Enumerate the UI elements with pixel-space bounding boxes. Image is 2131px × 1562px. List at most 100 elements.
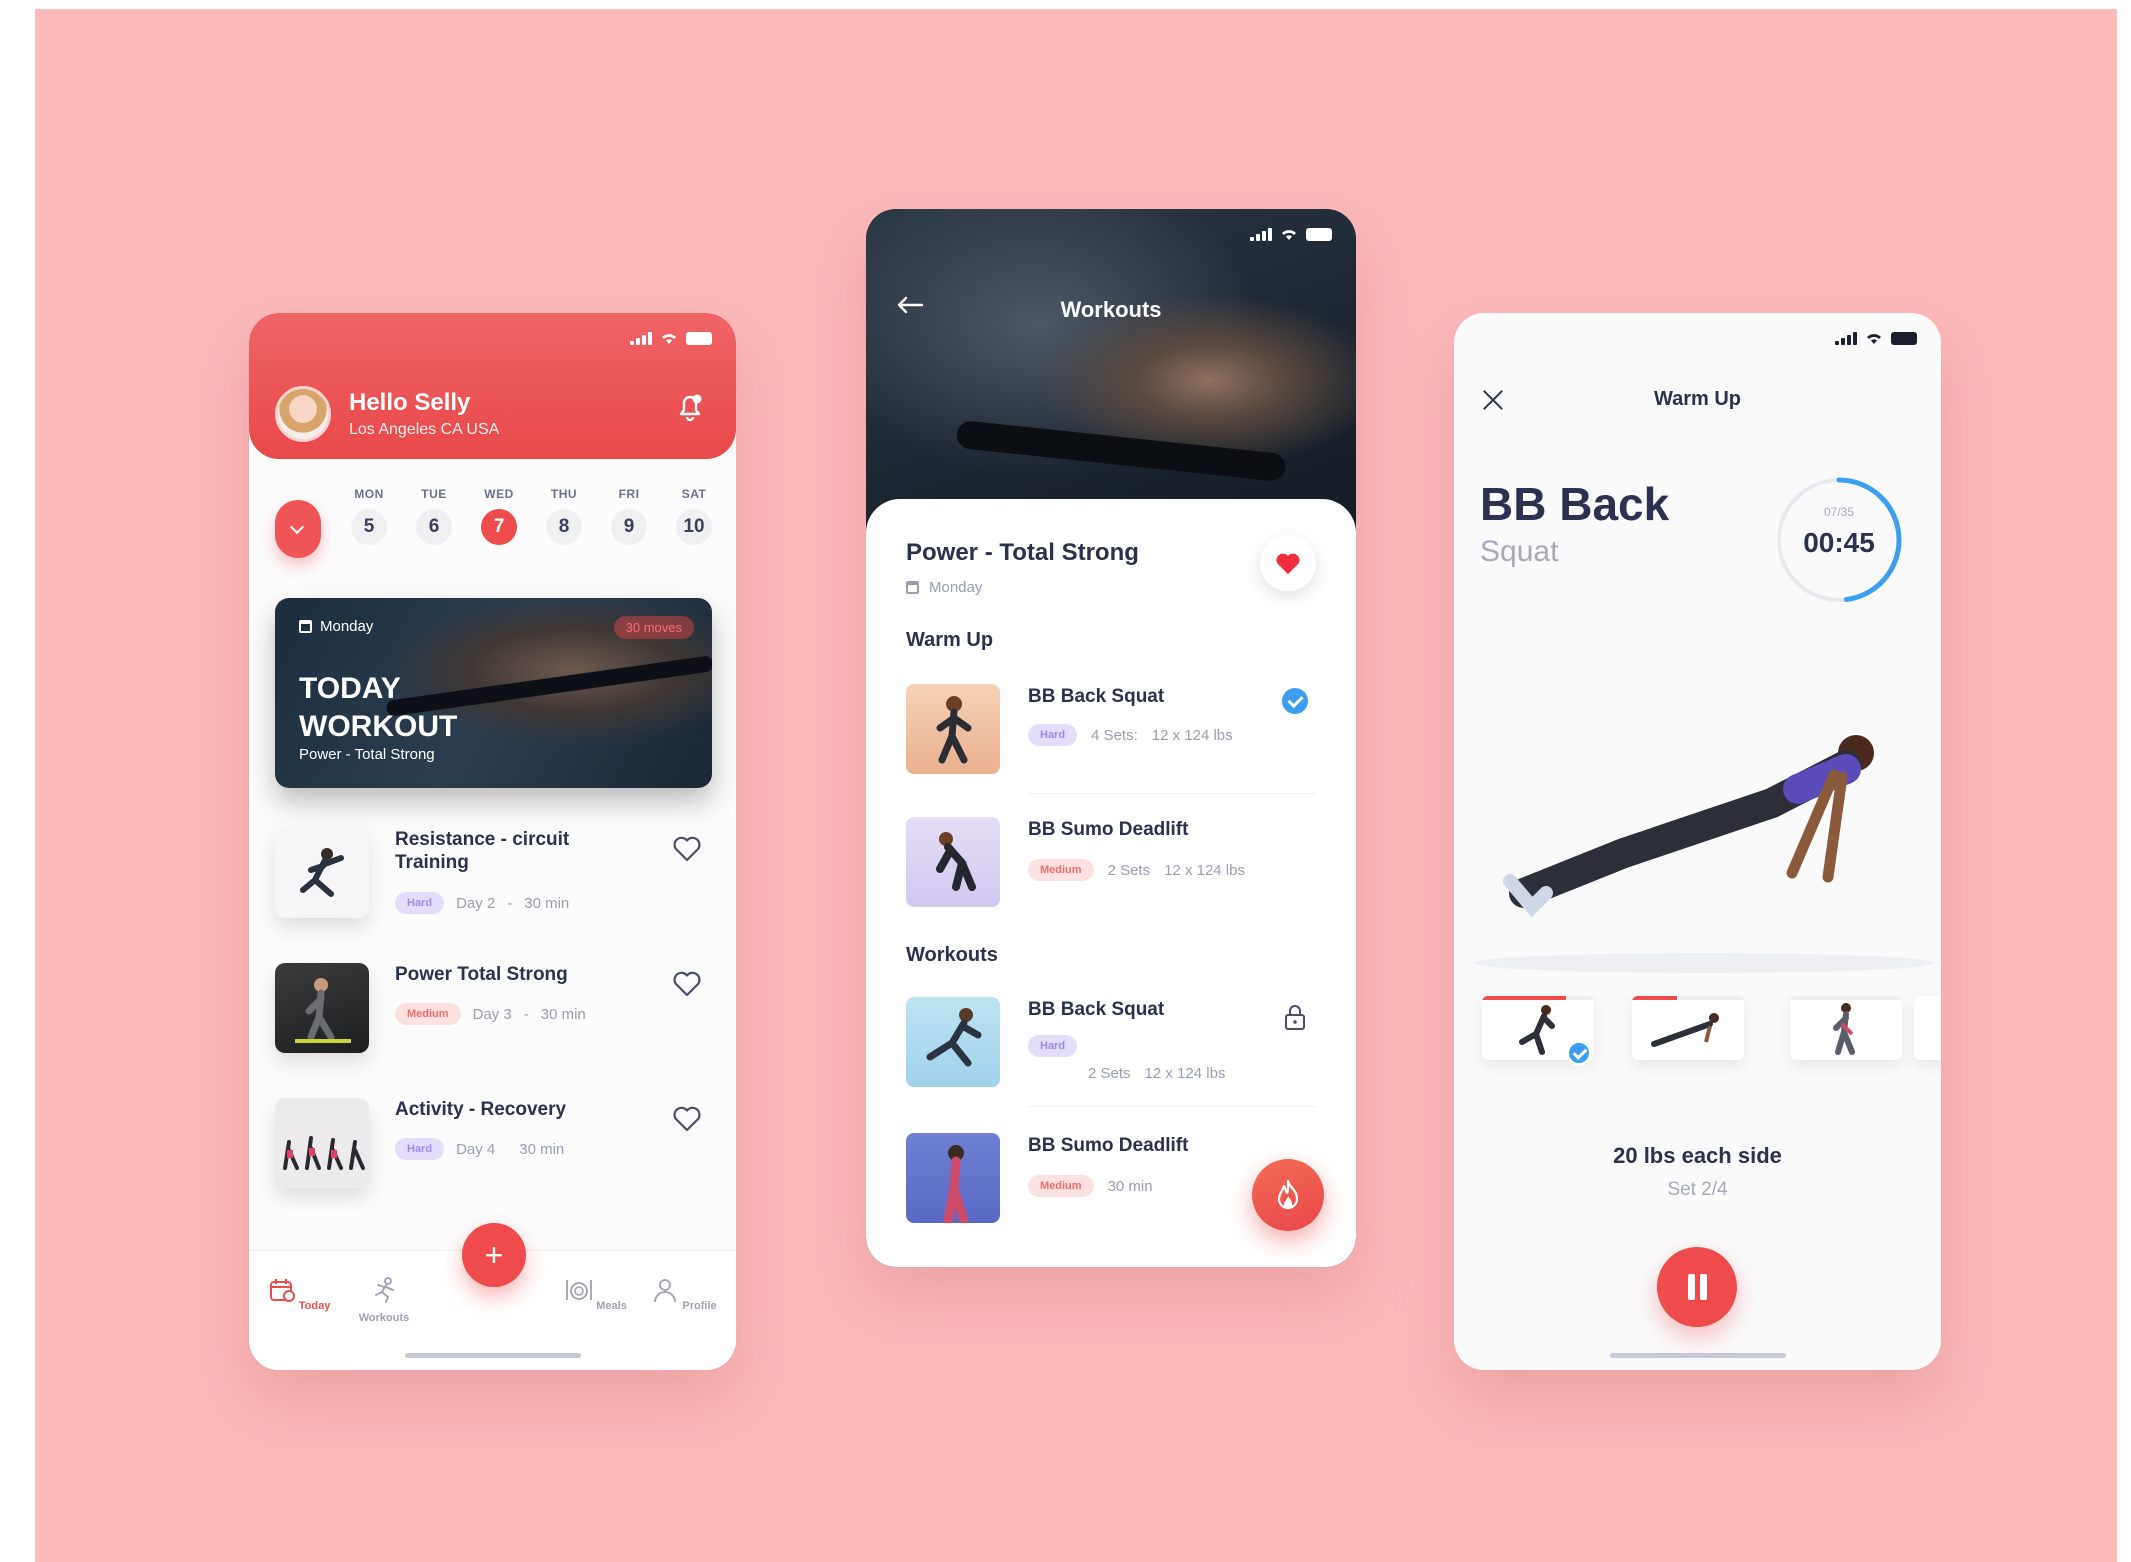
difficulty-tag: Hard: [395, 892, 445, 914]
exercise-row[interactable]: BB Back Squat Hard 4 Sets: 12 x 124 lbs: [906, 684, 1316, 794]
profile-icon: [654, 1279, 677, 1303]
calendar-icon: [299, 620, 312, 633]
workout-duration: 30 min: [524, 894, 570, 912]
list-item[interactable]: Power Total Strong Medium Day 3 - 30 min: [275, 963, 715, 1098]
bottom-nav: + Today Workouts Meals Profile: [249, 1223, 736, 1370]
nav-label: Profile: [682, 1300, 717, 1312]
runner-icon: [375, 1277, 394, 1303]
day-tue[interactable]: TUE 6: [414, 487, 454, 545]
favorite-button[interactable]: [1260, 535, 1316, 591]
check-icon: [1282, 688, 1308, 714]
workout-thumbnail: [275, 1098, 369, 1188]
difficulty-tag: Medium: [395, 1003, 461, 1025]
exercise-row[interactable]: BB Sumo Deadlift Medium 2 Sets 12 x 124 …: [906, 817, 1316, 917]
exercise-reps: 12 x 124 lbs: [1164, 861, 1245, 879]
workout-detail-sheet: Power - Total Strong Monday Warm Up BB B…: [866, 499, 1356, 1267]
exercise-steps: [1454, 996, 1941, 1076]
step-thumbnail[interactable]: [1914, 996, 1941, 1060]
nav-profile[interactable]: Profile: [649, 1277, 719, 1312]
exercise-name-secondary: Squat: [1480, 535, 1559, 568]
workout-day: Day 2: [456, 894, 496, 912]
workout-list: Resistance - circuit Training Hard Day 2…: [275, 828, 715, 1233]
warmup-screen: Warm Up BB Back Squat 07/35 00:45 20 lbs…: [1454, 313, 1941, 1370]
exercise-thumbnail: [906, 817, 1000, 907]
timer-time: 00:45: [1803, 527, 1875, 558]
flame-icon: [1277, 1179, 1299, 1210]
day-fri[interactable]: FRI 9: [609, 487, 649, 545]
today-screen: Hello Selly Los Angeles CA USA MON 5 TUE 6…: [249, 313, 736, 1370]
exercise-thumbnail: [906, 997, 1000, 1087]
calendar-icon: [906, 581, 919, 594]
nav-workouts[interactable]: Workouts: [349, 1277, 419, 1324]
step-thumbnail[interactable]: [1790, 996, 1902, 1060]
nav-label: Today: [298, 1300, 331, 1312]
heart-outline-icon[interactable]: [673, 836, 701, 862]
card-title: TODAY WORKOUT: [299, 672, 458, 743]
exercise-row[interactable]: BB Back Squat Hard 2 Sets 12 x 124 lbs: [906, 997, 1316, 1107]
heart-outline-icon[interactable]: [673, 1106, 701, 1132]
page-title: Warm Up: [1653, 388, 1742, 410]
exercise-title: BB Back Squat: [1028, 686, 1165, 707]
status-bar: [630, 331, 712, 345]
set-label: Set 2/4: [1667, 1179, 1728, 1200]
add-workout-button[interactable]: +: [462, 1223, 526, 1287]
section-workouts: Workouts: [906, 944, 998, 966]
workout-duration: 30 min: [519, 1140, 565, 1158]
avatar[interactable]: [275, 386, 331, 442]
meta-separator: -: [523, 1005, 529, 1023]
step-thumbnail[interactable]: [1632, 996, 1744, 1060]
exercise-name: BB Back: [1480, 478, 1670, 530]
status-bar: [1250, 227, 1332, 241]
signal-icon: [1250, 227, 1272, 241]
barbell-illustration: [955, 419, 1287, 483]
hero-image: Workouts: [866, 209, 1356, 539]
day-wed[interactable]: WED 7: [479, 487, 519, 545]
list-item[interactable]: Resistance - circuit Training Hard Day 2…: [275, 828, 715, 963]
workout-title: Resistance - circuit Training: [395, 829, 570, 873]
exercise-sets: 4 Sets:: [1091, 726, 1138, 744]
difficulty-tag: Hard: [395, 1138, 445, 1160]
nav-today[interactable]: Today: [264, 1277, 334, 1312]
day-sat[interactable]: SAT 10: [674, 487, 714, 545]
card-subtitle: Power - Total Strong: [299, 746, 435, 763]
exercise-title: BB Back Squat: [1028, 999, 1165, 1020]
heart-outline-icon[interactable]: [673, 971, 701, 997]
status-bar: [1835, 331, 1917, 345]
workouts-screen: Workouts Power - Total Strong Monday War…: [866, 209, 1356, 1267]
card-day: Monday: [320, 618, 374, 635]
day-mon[interactable]: MON 5: [349, 487, 389, 545]
divider: [1028, 1106, 1316, 1107]
step-progress: [1482, 996, 1566, 1000]
showcase-background: Hello Selly Los Angeles CA USA MON 5 TUE 6…: [35, 9, 2117, 1562]
exercise-illustration: [1474, 735, 1934, 973]
week-expand-button[interactable]: [275, 500, 321, 558]
heart-filled-icon: [1276, 553, 1300, 575]
nav-meals[interactable]: Meals: [561, 1277, 631, 1312]
battery-icon: [686, 331, 712, 345]
pause-button[interactable]: [1657, 1247, 1737, 1327]
exercise-thumbnail: [906, 684, 1000, 774]
calendar-icon: [269, 1279, 295, 1302]
step-progress: [1632, 996, 1677, 1000]
today-header: Hello Selly Los Angeles CA USA: [249, 313, 736, 459]
week-selector: MON 5 TUE 6 WED 7 THU 8 FRI 9 SAT 10: [275, 487, 715, 558]
exercise-sets: 2 Sets: [1107, 861, 1151, 879]
wifi-icon: [662, 334, 676, 344]
signal-icon: [1835, 331, 1857, 345]
workout-day: Day 4: [456, 1140, 496, 1158]
difficulty-tag: Medium: [1028, 1175, 1094, 1197]
difficulty-tag: Hard: [1028, 724, 1078, 746]
program-title: Power - Total Strong: [906, 539, 1139, 566]
nav-label: Meals: [596, 1300, 627, 1312]
bell-icon[interactable]: [675, 391, 705, 423]
exercise-reps: 12 x 124 lbs: [1144, 1065, 1226, 1082]
meals-icon: [566, 1280, 593, 1300]
check-icon: [1566, 1040, 1592, 1066]
exercise-sets: 2 Sets: [1088, 1065, 1131, 1082]
list-item[interactable]: Activity - Recovery Hard Day 4 30 min: [275, 1098, 715, 1233]
today-workout-card[interactable]: Monday 30 moves TODAY WORKOUT Power - To…: [275, 598, 712, 788]
day-thu[interactable]: THU 8: [544, 487, 584, 545]
difficulty-tag: Hard: [1028, 1035, 1078, 1057]
difficulty-tag: Medium: [1028, 859, 1094, 881]
start-workout-button[interactable]: [1252, 1159, 1324, 1231]
